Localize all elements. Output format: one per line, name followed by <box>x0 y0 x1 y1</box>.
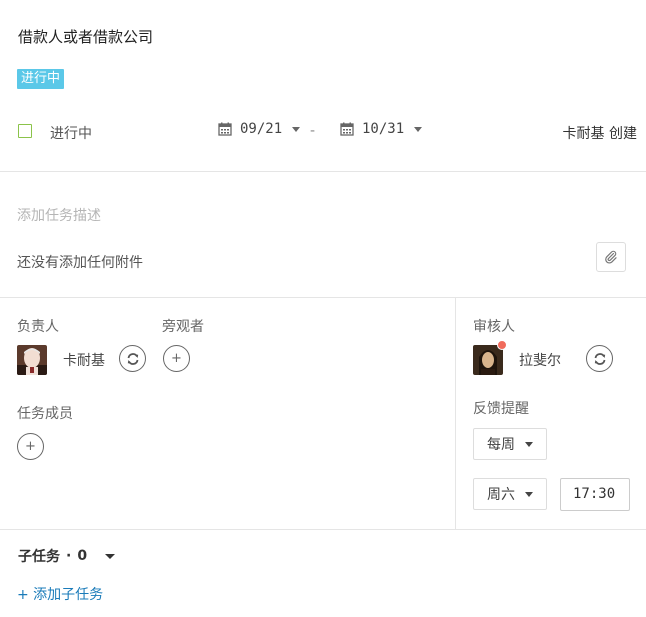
divider <box>0 297 646 298</box>
avatar[interactable] <box>17 345 47 375</box>
status-text: 进行中 <box>50 126 92 142</box>
watcher-label: 旁观者 <box>162 319 204 335</box>
subtask-count: 0 <box>77 548 88 564</box>
calendar-icon <box>340 122 354 136</box>
subtask-header[interactable]: 子任务 · 0 <box>18 546 116 566</box>
refresh-icon <box>127 352 138 365</box>
divider <box>0 529 646 530</box>
refresh-icon <box>594 352 605 365</box>
date-separator: - <box>310 123 316 139</box>
weekday-select[interactable]: 周六 <box>473 478 547 510</box>
subtask-separator: · <box>66 548 72 564</box>
owner-avatar-image <box>17 345 47 375</box>
calendar-icon <box>218 122 232 136</box>
avatar[interactable] <box>473 345 503 375</box>
reviewer-avatar-image <box>473 345 503 375</box>
paperclip-icon <box>605 250 617 264</box>
change-owner-button[interactable] <box>119 345 146 372</box>
start-date-picker[interactable]: 09/21 <box>218 121 301 137</box>
add-watcher-button[interactable]: + <box>163 345 190 372</box>
attach-button[interactable] <box>596 242 626 272</box>
change-reviewer-button[interactable] <box>586 345 613 372</box>
owner-label: 负责人 <box>17 319 59 335</box>
notification-dot <box>497 340 507 350</box>
chevron-down-icon <box>525 441 533 447</box>
add-member-button[interactable]: + <box>17 433 44 460</box>
owner-name: 卡耐基 <box>63 353 105 369</box>
chevron-down-icon <box>105 553 116 559</box>
attachment-empty-text: 还没有添加任何附件 <box>17 255 143 271</box>
vertical-divider <box>455 298 456 529</box>
frequency-select[interactable]: 每周 <box>473 428 547 460</box>
weekday-value: 周六 <box>487 487 515 503</box>
chevron-down-icon <box>525 491 533 497</box>
reviewer-label: 审核人 <box>473 319 515 335</box>
plus-icon: + <box>25 439 36 454</box>
members-label: 任务成员 <box>17 406 73 422</box>
status-badge: 进行中 <box>17 69 65 89</box>
end-date-picker[interactable]: 10/31 <box>340 121 423 137</box>
chevron-down-icon <box>292 126 301 132</box>
divider <box>0 171 646 172</box>
add-subtask-link[interactable]: + 添加子任务 <box>17 584 103 604</box>
end-date: 10/31 <box>362 121 405 137</box>
task-title[interactable]: 借款人或者借款公司 <box>18 26 153 47</box>
time-input[interactable]: 17:30 <box>560 478 630 511</box>
plus-icon: + <box>171 351 182 366</box>
chevron-down-icon <box>414 126 423 132</box>
description-input[interactable]: 添加任务描述 <box>17 205 101 225</box>
complete-checkbox[interactable] <box>18 124 32 138</box>
creator-info: 卡耐基 创建 <box>562 126 637 142</box>
frequency-value: 每周 <box>487 437 515 453</box>
feedback-label: 反馈提醒 <box>473 401 529 417</box>
subtask-title: 子任务 <box>18 549 60 565</box>
start-date: 09/21 <box>240 121 283 137</box>
reviewer-name: 拉斐尔 <box>519 353 561 369</box>
